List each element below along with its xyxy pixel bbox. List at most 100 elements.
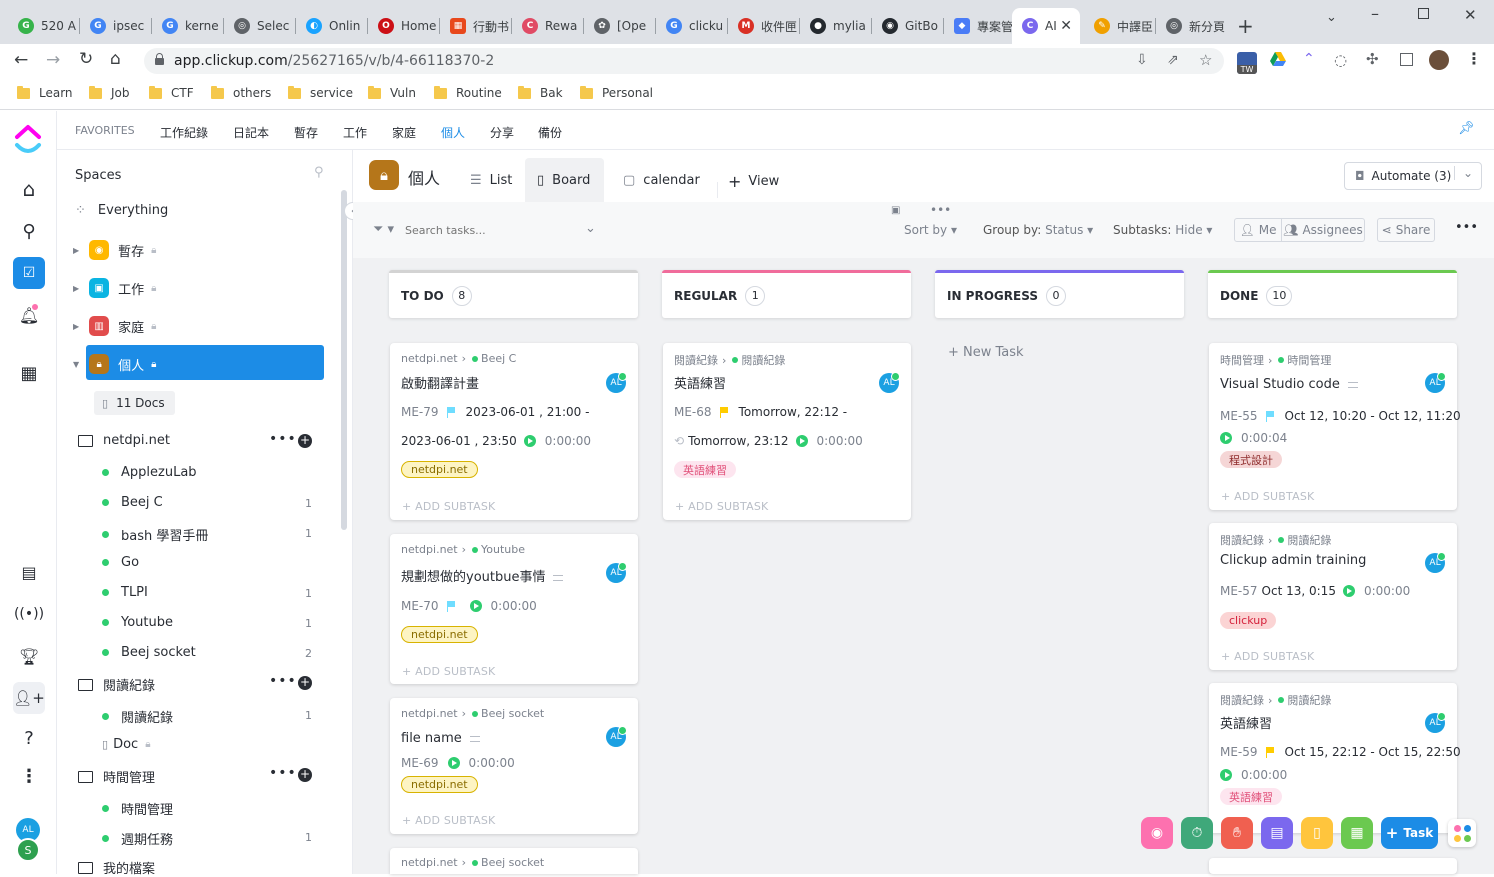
column-header-done[interactable]: DONE 10 [1208,270,1457,318]
automate-button[interactable]: ◘ Automate (3) ⌄ [1344,162,1482,190]
play-timer-icon[interactable] [469,600,482,612]
favorite-item[interactable]: 家庭 [392,124,416,141]
task-title[interactable]: 英語練習 [674,373,726,392]
task-title[interactable]: 規劃想做的youtbue事情 [401,570,545,585]
extension-translate-icon[interactable]: TW [1237,52,1257,74]
browser-tab[interactable]: ◉ GitBo [872,8,944,44]
list-item[interactable]: ApplezuLab [102,465,197,480]
extensions-puzzle-icon[interactable]: ✣ [1366,50,1379,68]
profile-avatar[interactable] [1429,50,1449,70]
sidebar-search-icon[interactable]: ⚲ [314,165,324,180]
search-icon[interactable]: ⚲ [13,215,45,247]
browser-tab[interactable]: ◎ Selec [224,8,296,44]
task-card[interactable]: 時間管理 › 時間管理 Visual Studio code AL ME-55 Oct… [1209,343,1461,510]
bookmark-folder[interactable]: Job [89,85,130,100]
me-filter-button[interactable]: 👤︎ Me [1234,218,1282,242]
browser-tab[interactable]: M 收件匣 [728,8,800,44]
filter-icon[interactable]: ⏷ ▾ [373,222,394,237]
list-item[interactable]: Go [102,555,139,570]
bookmark-folder[interactable]: Bak [518,85,563,100]
subtasks-button[interactable]: Subtasks: Hide ▾ [1113,223,1212,237]
column-header-in-progress[interactable]: IN PROGRESS 0 [935,270,1184,318]
list-item[interactable]: 閱讀紀錄 [102,707,173,726]
tag[interactable]: netdpi.net [401,461,478,478]
more-vertical-icon[interactable]: ⋮ [13,760,45,792]
task-card[interactable]: 閱讀紀錄 › 閱讀紀錄 Clickup admin training AL ME-5… [1209,523,1457,670]
close-tab-icon[interactable]: ✕ [1060,18,1072,34]
assignees-button[interactable]: 👥︎ Assignees [1281,218,1365,242]
flag-icon[interactable] [446,600,456,612]
favorite-item[interactable]: 工作紀錄 [160,124,208,141]
task-title[interactable]: Clickup admin training [1220,553,1366,568]
install-app-icon[interactable]: ⇩ [1136,52,1148,68]
group-by-button[interactable]: Group by: Status ▾ [983,223,1093,237]
list-item[interactable]: TLPI [102,585,148,600]
task-card[interactable]: 閱讀紀錄 › 閱讀紀錄 英語練習 AL ME-68 Tomorrow, 22:12 -… [663,343,911,520]
tag[interactable]: 程式設計 [1220,451,1282,468]
tab-calendar[interactable]: ▢ calendar [623,173,700,188]
sidebar-item-everything[interactable]: ⁘ Everything [75,203,168,218]
flag-icon[interactable] [446,406,456,418]
assignee-avatar[interactable]: AL [1425,372,1446,393]
bookmark-folder[interactable]: Personal [580,85,653,100]
sidebar-space-2[interactable]: ▶ ▣ 工作 🔒︎ [73,278,157,298]
back-icon[interactable]: ← [14,50,28,70]
record-icon[interactable]: ◉ [1141,817,1173,849]
search-tasks-input[interactable] [405,219,595,241]
tag[interactable]: netdpi.net [401,626,478,643]
folder-more-icon[interactable]: ••• [269,765,297,781]
play-timer-icon[interactable] [1220,432,1232,444]
sidebar-scrollbar[interactable] [341,190,347,530]
new-task-fab-button[interactable]: + Task [1381,817,1438,849]
task-title[interactable]: 啟動翻譯計畫 [401,373,479,392]
task-title[interactable]: Visual Studio code [1220,377,1340,392]
clickup-extension-icon[interactable]: ⌃ [1303,51,1315,67]
sort-by-button[interactable]: Sort by ▾ [904,223,957,237]
bookmark-folder[interactable]: CTF [149,85,194,100]
help-icon[interactable]: ? [13,722,45,754]
home-icon[interactable]: ⌂ [13,173,45,205]
folder-add-icon[interactable]: + [298,676,312,690]
new-task-button[interactable]: + New Task [948,345,1024,360]
add-subtask-button[interactable]: + ADD SUBTASK [1221,490,1314,503]
apps-grid-icon[interactable] [1448,819,1476,847]
hand-icon[interactable]: ✋︎ [1221,817,1253,849]
add-subtask-button[interactable]: + ADD SUBTASK [675,500,768,513]
flag-icon[interactable] [1265,746,1275,758]
favorite-item[interactable]: 分享 [490,124,514,141]
add-view-button[interactable]: + View [728,172,779,191]
tag[interactable]: 英語練習 [674,461,736,478]
doc-fab-icon[interactable]: ▯ [1301,817,1333,849]
maximize-icon[interactable] [1418,8,1429,19]
browser-tab[interactable]: Gclicku [656,8,728,44]
play-timer-icon[interactable] [1342,585,1355,597]
calendar-fab-icon[interactable]: ▦ [1341,817,1373,849]
share-button[interactable]: ⋖ Share [1377,218,1435,242]
play-timer-icon[interactable] [795,435,808,447]
browser-tab[interactable]: Gipsec [80,8,152,44]
folder-item[interactable]: 我的檔案 [78,858,155,877]
new-tab-icon[interactable]: + [1237,14,1254,38]
assignee-avatar[interactable]: AL [1425,552,1446,573]
folder-more-icon[interactable]: ••• [269,431,297,447]
list-item[interactable]: 週期任務 [102,829,173,848]
browser-tab-active[interactable]: C AI ✕ [1012,8,1080,44]
assignee-avatar[interactable]: AL [606,562,627,583]
add-subtask-button[interactable]: + ADD SUBTASK [402,500,495,513]
docs-icon[interactable]: ▤ [13,556,45,588]
folder-item[interactable]: 閱讀紀錄 [78,675,155,694]
column-header-todo[interactable]: TO DO 8 [389,270,638,318]
task-card[interactable] [1209,858,1457,874]
browser-tab[interactable]: ◎ 新分頁 [1156,8,1228,44]
tag[interactable]: netdpi.net [401,776,478,793]
sidebar-space-3[interactable]: ▶ ▥ 家庭 🔒︎ [73,316,157,336]
play-timer-icon[interactable] [523,435,536,447]
task-card[interactable]: netdpi.net › Youtube 規劃想做的youtbue事情 AL ME-… [390,534,638,684]
share-page-icon[interactable]: ⇗ [1167,52,1179,68]
play-timer-icon[interactable] [1220,769,1232,781]
browser-tab[interactable]: ✎ 中譯臣 [1084,8,1156,44]
close-window-icon[interactable]: ✕ [1464,6,1477,24]
tab-search-chevron-icon[interactable]: ⌄ [1326,10,1337,25]
favorite-item-active[interactable]: 個人 [441,124,465,141]
save-icon[interactable]: ▣ [891,205,900,216]
